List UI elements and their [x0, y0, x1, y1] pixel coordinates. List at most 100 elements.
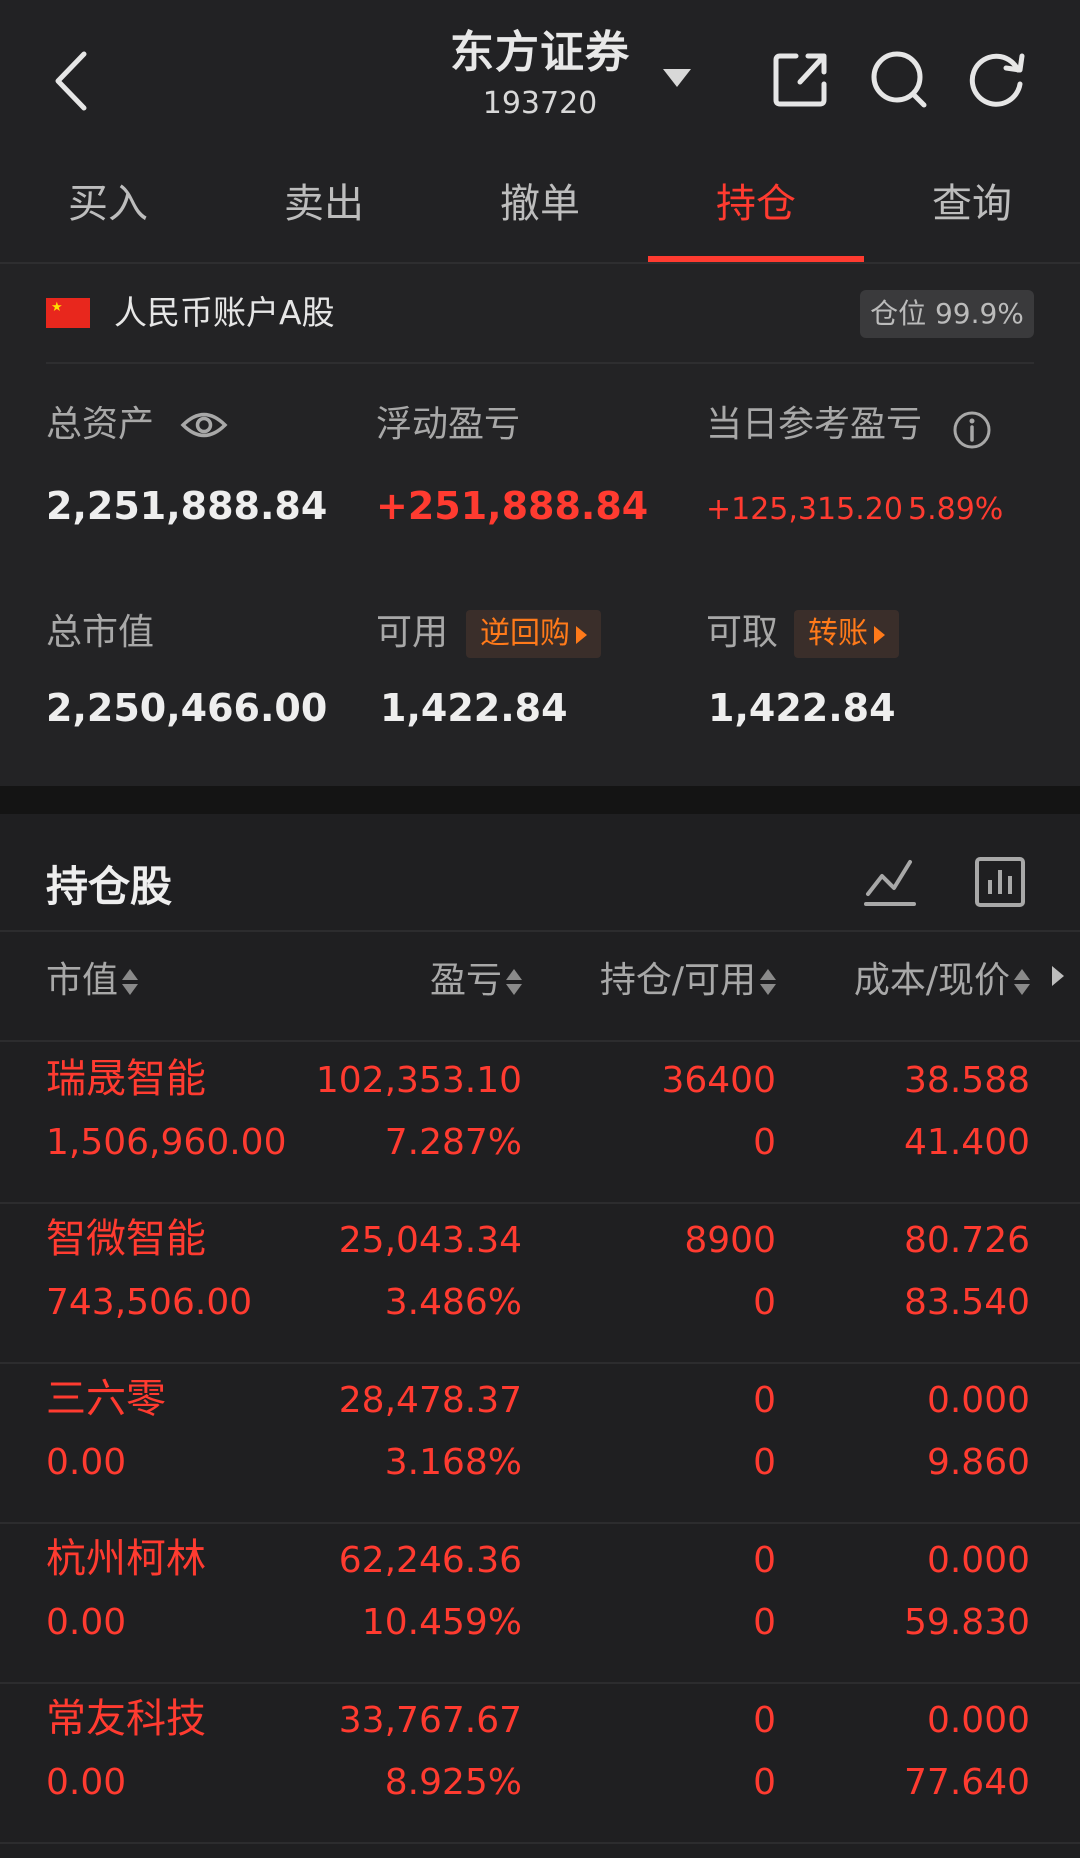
stock-name: 智微智能: [46, 1216, 206, 1262]
stock-position: 0: [753, 1380, 776, 1421]
refresh-icon[interactable]: [966, 48, 1028, 110]
trend-line-icon[interactable]: [862, 854, 918, 910]
stock-market-value: 0.00: [46, 1442, 127, 1483]
stock-available: 0: [753, 1122, 776, 1163]
sort-icon: [506, 967, 522, 997]
stock-price: 77.640: [904, 1762, 1030, 1803]
stock-price: 9.860: [926, 1442, 1030, 1483]
divider: [46, 362, 1034, 364]
stock-market-value: 0.00: [46, 1762, 127, 1803]
stock-position: 0: [753, 1540, 776, 1581]
stock-cost: 80.726: [904, 1220, 1030, 1261]
tab-buy[interactable]: 买入: [0, 146, 216, 262]
divider: [0, 930, 1080, 932]
stock-pl: 25,043.34: [338, 1220, 522, 1261]
search-icon[interactable]: [868, 48, 930, 110]
section-gap: [0, 786, 1080, 814]
daily-pl-percent: 5.89%: [908, 492, 1004, 527]
stock-price: 83.540: [904, 1282, 1030, 1323]
account-code: 193720: [482, 86, 598, 121]
reverse-repo-label: 逆回购: [480, 616, 570, 651]
stock-available: 0: [753, 1282, 776, 1323]
stock-pl: 102,353.10: [315, 1060, 522, 1101]
stock-name: 三六零: [46, 1376, 166, 1422]
bar-chart-icon[interactable]: [972, 854, 1028, 910]
total-assets-value: 2,251,888.84: [46, 484, 328, 528]
stock-position: 36400: [661, 1060, 776, 1101]
eye-icon[interactable]: [180, 408, 228, 442]
stock-pl-percent: 8.925%: [384, 1762, 522, 1803]
sort-icon: [122, 967, 139, 997]
available-value: 1,422.84: [380, 686, 568, 730]
stock-market-value: 0.00: [46, 1602, 127, 1643]
stock-pl: 33,767.67: [338, 1700, 522, 1741]
position-ratio-badge: 仓位 99.9%: [860, 290, 1034, 338]
stock-cost: 0.000: [926, 1540, 1030, 1581]
floating-pl-value: +251,888.84: [376, 484, 649, 528]
stock-pl-percent: 3.486%: [384, 1282, 522, 1323]
withdrawable-value: 1,422.84: [708, 686, 896, 730]
dropdown-caret-icon[interactable]: [660, 66, 694, 90]
table-row[interactable]: 常友科技 0.00 33,767.67 8.925% 0 0 0.000 77.…: [0, 1682, 1080, 1844]
transfer-label: 转账: [808, 616, 868, 651]
reverse-repo-button[interactable]: 逆回购: [466, 610, 601, 658]
trade-tabs: 买入 卖出 撤单 持仓 查询: [0, 146, 1080, 264]
tab-cancel-order[interactable]: 撤单: [432, 146, 648, 262]
stock-name: 常友科技: [46, 1696, 206, 1742]
withdrawable-label: 可取: [706, 612, 779, 653]
table-row[interactable]: 瑞晟智能 1,506,960.00 102,353.10 7.287% 3640…: [0, 1042, 1080, 1204]
tab-holdings[interactable]: 持仓: [648, 146, 864, 262]
transfer-button[interactable]: 转账: [794, 610, 899, 658]
stock-pl-percent: 3.168%: [384, 1442, 522, 1483]
china-flag-icon: ★: [46, 298, 90, 328]
stock-pl-percent: 7.287%: [384, 1122, 522, 1163]
table-row[interactable]: 杭州柯林 0.00 62,246.36 10.459% 0 0 0.000 59…: [0, 1522, 1080, 1684]
column-header-market-value[interactable]: 市值: [46, 954, 139, 1008]
top-bar: 东方证券 193720: [0, 0, 1080, 146]
scroll-right-icon[interactable]: [1052, 966, 1064, 986]
stock-cost: 0.000: [926, 1380, 1030, 1421]
stock-pl: 62,246.36: [338, 1540, 522, 1581]
stock-pl: 28,478.37: [338, 1380, 522, 1421]
account-selector[interactable]: 东方证券 193720: [430, 24, 650, 122]
stock-available: 0: [753, 1762, 776, 1803]
info-icon[interactable]: [952, 410, 992, 450]
sort-icon: [1014, 967, 1030, 997]
play-arrow-icon: [874, 625, 885, 644]
available-label: 可用: [376, 612, 449, 653]
column-header-pl[interactable]: 盈亏: [430, 954, 522, 1008]
stock-market-value: 743,506.00: [46, 1282, 253, 1323]
table-row[interactable]: 三六零 0.00 28,478.37 3.168% 0 0 0.000 9.86…: [0, 1362, 1080, 1524]
broker-title: 东方证券: [450, 27, 630, 78]
stock-price: 59.830: [904, 1602, 1030, 1643]
table-row[interactable]: 智微智能 743,506.00 25,043.34 3.486% 8900 0 …: [0, 1202, 1080, 1364]
stock-available: 0: [753, 1602, 776, 1643]
stock-available: 0: [753, 1442, 776, 1483]
daily-pl-value: +125,315.20: [706, 492, 903, 527]
stock-cost: 0.000: [926, 1700, 1030, 1741]
column-header-position[interactable]: 持仓/可用: [600, 954, 776, 1008]
holdings-section: 持仓股 市值 盈亏 持仓/可用 成本/现价 瑞晟智能 1,506,960.00 …: [0, 814, 1080, 1858]
stock-position: 8900: [684, 1220, 776, 1261]
account-type: 人民币账户A股: [114, 293, 335, 332]
daily-pl-label: 当日参考盈亏: [706, 404, 923, 445]
holdings-title: 持仓股: [46, 862, 173, 911]
total-assets-label: 总资产: [46, 404, 155, 445]
stock-cost: 38.588: [904, 1060, 1030, 1101]
tab-query[interactable]: 查询: [864, 146, 1080, 262]
stock-position: 0: [753, 1700, 776, 1741]
share-icon[interactable]: [770, 48, 832, 110]
column-header-cost-price[interactable]: 成本/现价: [854, 954, 1030, 1008]
back-arrow-icon[interactable]: [48, 46, 98, 116]
floating-pl-label: 浮动盈亏: [376, 404, 521, 445]
market-value-label: 总市值: [46, 612, 155, 653]
tab-sell[interactable]: 卖出: [216, 146, 432, 262]
stock-market-value: 1,506,960.00: [46, 1122, 287, 1163]
market-value-value: 2,250,466.00: [46, 686, 328, 730]
sort-icon: [760, 967, 776, 997]
stock-pl-percent: 10.459%: [361, 1602, 522, 1643]
stock-price: 41.400: [904, 1122, 1030, 1163]
play-arrow-icon: [576, 625, 587, 644]
stock-name: 瑞晟智能: [46, 1056, 206, 1102]
stock-name: 杭州柯林: [46, 1536, 206, 1582]
